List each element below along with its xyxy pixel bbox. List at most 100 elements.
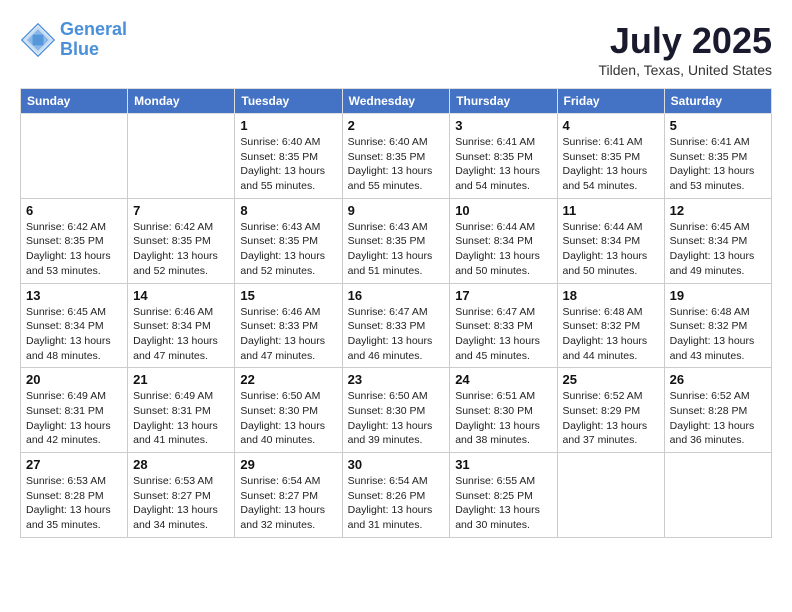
logo: General Blue xyxy=(20,20,127,60)
day-number: 14 xyxy=(133,288,229,303)
day-info: Sunrise: 6:52 AMSunset: 8:28 PMDaylight:… xyxy=(670,389,766,448)
day-number: 15 xyxy=(240,288,336,303)
day-info: Sunrise: 6:49 AMSunset: 8:31 PMDaylight:… xyxy=(133,389,229,448)
day-cell-14: 14 Sunrise: 6:46 AMSunset: 8:34 PMDayligh… xyxy=(128,283,235,368)
day-info: Sunrise: 6:43 AMSunset: 8:35 PMDaylight:… xyxy=(240,220,336,279)
day-info: Sunrise: 6:54 AMSunset: 8:26 PMDaylight:… xyxy=(348,474,445,533)
day-number: 5 xyxy=(670,118,766,133)
day-number: 18 xyxy=(563,288,659,303)
day-number: 4 xyxy=(563,118,659,133)
day-number: 29 xyxy=(240,457,336,472)
day-number: 26 xyxy=(670,372,766,387)
day-cell-31: 31 Sunrise: 6:55 AMSunset: 8:25 PMDayligh… xyxy=(450,453,557,538)
day-number: 6 xyxy=(26,203,122,218)
day-cell-20: 20 Sunrise: 6:49 AMSunset: 8:31 PMDayligh… xyxy=(21,368,128,453)
weekday-header-tuesday: Tuesday xyxy=(235,89,342,114)
day-cell-6: 6 Sunrise: 6:42 AMSunset: 8:35 PMDaylight… xyxy=(21,198,128,283)
weekday-header-row: SundayMondayTuesdayWednesdayThursdayFrid… xyxy=(21,89,772,114)
day-number: 1 xyxy=(240,118,336,133)
day-info: Sunrise: 6:51 AMSunset: 8:30 PMDaylight:… xyxy=(455,389,551,448)
day-info: Sunrise: 6:54 AMSunset: 8:27 PMDaylight:… xyxy=(240,474,336,533)
month-title: July 2025 xyxy=(598,20,772,62)
day-number: 21 xyxy=(133,372,229,387)
day-info: Sunrise: 6:55 AMSunset: 8:25 PMDaylight:… xyxy=(455,474,551,533)
day-cell-30: 30 Sunrise: 6:54 AMSunset: 8:26 PMDayligh… xyxy=(342,453,450,538)
day-cell-19: 19 Sunrise: 6:48 AMSunset: 8:32 PMDayligh… xyxy=(664,283,771,368)
day-info: Sunrise: 6:53 AMSunset: 8:27 PMDaylight:… xyxy=(133,474,229,533)
day-info: Sunrise: 6:42 AMSunset: 8:35 PMDaylight:… xyxy=(26,220,122,279)
day-cell-17: 17 Sunrise: 6:47 AMSunset: 8:33 PMDayligh… xyxy=(450,283,557,368)
day-info: Sunrise: 6:49 AMSunset: 8:31 PMDaylight:… xyxy=(26,389,122,448)
day-number: 12 xyxy=(670,203,766,218)
logo-text: General Blue xyxy=(60,20,127,60)
day-info: Sunrise: 6:42 AMSunset: 8:35 PMDaylight:… xyxy=(133,220,229,279)
day-cell-25: 25Sunrise: 6:52 AMSunset: 8:29 PMDayligh… xyxy=(557,368,664,453)
day-cell-16: 16Sunrise: 6:47 AMSunset: 8:33 PMDayligh… xyxy=(342,283,450,368)
day-cell-7: 7Sunrise: 6:42 AMSunset: 8:35 PMDaylight… xyxy=(128,198,235,283)
day-cell-21: 21 Sunrise: 6:49 AMSunset: 8:31 PMDayligh… xyxy=(128,368,235,453)
day-cell-24: 24 Sunrise: 6:51 AMSunset: 8:30 PMDayligh… xyxy=(450,368,557,453)
day-number: 22 xyxy=(240,372,336,387)
day-info: Sunrise: 6:48 AMSunset: 8:32 PMDaylight:… xyxy=(563,305,659,364)
day-number: 3 xyxy=(455,118,551,133)
day-info: Sunrise: 6:43 AMSunset: 8:35 PMDaylight:… xyxy=(348,220,445,279)
day-cell-18: 18 Sunrise: 6:48 AMSunset: 8:32 PMDayligh… xyxy=(557,283,664,368)
day-number: 13 xyxy=(26,288,122,303)
day-info: Sunrise: 6:44 AMSunset: 8:34 PMDaylight:… xyxy=(563,220,659,279)
day-cell-22: 22 Sunrise: 6:50 AMSunset: 8:30 PMDayligh… xyxy=(235,368,342,453)
day-info: Sunrise: 6:45 AMSunset: 8:34 PMDaylight:… xyxy=(26,305,122,364)
day-info: Sunrise: 6:41 AMSunset: 8:35 PMDaylight:… xyxy=(563,135,659,194)
day-number: 30 xyxy=(348,457,445,472)
day-info: Sunrise: 6:46 AMSunset: 8:33 PMDaylight:… xyxy=(240,305,336,364)
day-info: Sunrise: 6:46 AMSunset: 8:34 PMDaylight:… xyxy=(133,305,229,364)
day-number: 24 xyxy=(455,372,551,387)
day-cell-2: 2Sunrise: 6:40 AMSunset: 8:35 PMDaylight… xyxy=(342,114,450,199)
day-number: 8 xyxy=(240,203,336,218)
day-info: Sunrise: 6:44 AMSunset: 8:34 PMDaylight:… xyxy=(455,220,551,279)
weekday-header-monday: Monday xyxy=(128,89,235,114)
day-info: Sunrise: 6:48 AMSunset: 8:32 PMDaylight:… xyxy=(670,305,766,364)
logo-icon xyxy=(20,22,56,58)
day-number: 27 xyxy=(26,457,122,472)
day-cell-3: 3Sunrise: 6:41 AMSunset: 8:35 PMDaylight… xyxy=(450,114,557,199)
day-cell-26: 26 Sunrise: 6:52 AMSunset: 8:28 PMDayligh… xyxy=(664,368,771,453)
location: Tilden, Texas, United States xyxy=(598,62,772,78)
day-info: Sunrise: 6:41 AMSunset: 8:35 PMDaylight:… xyxy=(670,135,766,194)
day-info: Sunrise: 6:50 AMSunset: 8:30 PMDaylight:… xyxy=(240,389,336,448)
empty-cell xyxy=(664,453,771,538)
day-number: 10 xyxy=(455,203,551,218)
day-cell-10: 10 Sunrise: 6:44 AMSunset: 8:34 PMDayligh… xyxy=(450,198,557,283)
day-number: 20 xyxy=(26,372,122,387)
empty-cell xyxy=(21,114,128,199)
day-cell-28: 28Sunrise: 6:53 AMSunset: 8:27 PMDayligh… xyxy=(128,453,235,538)
day-info: Sunrise: 6:50 AMSunset: 8:30 PMDaylight:… xyxy=(348,389,445,448)
day-number: 19 xyxy=(670,288,766,303)
day-info: Sunrise: 6:47 AMSunset: 8:33 PMDaylight:… xyxy=(455,305,551,364)
day-number: 23 xyxy=(348,372,445,387)
week-row-3: 13 Sunrise: 6:45 AMSunset: 8:34 PMDayligh… xyxy=(21,283,772,368)
day-info: Sunrise: 6:47 AMSunset: 8:33 PMDaylight:… xyxy=(348,305,445,364)
day-cell-29: 29 Sunrise: 6:54 AMSunset: 8:27 PMDayligh… xyxy=(235,453,342,538)
week-row-1: 1Sunrise: 6:40 AMSunset: 8:35 PMDaylight… xyxy=(21,114,772,199)
day-info: Sunrise: 6:45 AMSunset: 8:34 PMDaylight:… xyxy=(670,220,766,279)
day-cell-15: 15 Sunrise: 6:46 AMSunset: 8:33 PMDayligh… xyxy=(235,283,342,368)
day-cell-8: 8 Sunrise: 6:43 AMSunset: 8:35 PMDaylight… xyxy=(235,198,342,283)
day-cell-4: 4 Sunrise: 6:41 AMSunset: 8:35 PMDaylight… xyxy=(557,114,664,199)
day-cell-27: 27 Sunrise: 6:53 AMSunset: 8:28 PMDayligh… xyxy=(21,453,128,538)
title-block: July 2025 Tilden, Texas, United States xyxy=(598,20,772,78)
page-header: General Blue July 2025 Tilden, Texas, Un… xyxy=(20,20,772,78)
weekday-header-friday: Friday xyxy=(557,89,664,114)
week-row-4: 20 Sunrise: 6:49 AMSunset: 8:31 PMDayligh… xyxy=(21,368,772,453)
day-cell-1: 1Sunrise: 6:40 AMSunset: 8:35 PMDaylight… xyxy=(235,114,342,199)
day-info: Sunrise: 6:53 AMSunset: 8:28 PMDaylight:… xyxy=(26,474,122,533)
day-number: 11 xyxy=(563,203,659,218)
day-number: 31 xyxy=(455,457,551,472)
empty-cell xyxy=(557,453,664,538)
day-number: 17 xyxy=(455,288,551,303)
empty-cell xyxy=(128,114,235,199)
weekday-header-saturday: Saturday xyxy=(664,89,771,114)
calendar-table: SundayMondayTuesdayWednesdayThursdayFrid… xyxy=(20,88,772,538)
day-cell-9: 9Sunrise: 6:43 AMSunset: 8:35 PMDaylight… xyxy=(342,198,450,283)
day-cell-11: 11 Sunrise: 6:44 AMSunset: 8:34 PMDayligh… xyxy=(557,198,664,283)
weekday-header-sunday: Sunday xyxy=(21,89,128,114)
